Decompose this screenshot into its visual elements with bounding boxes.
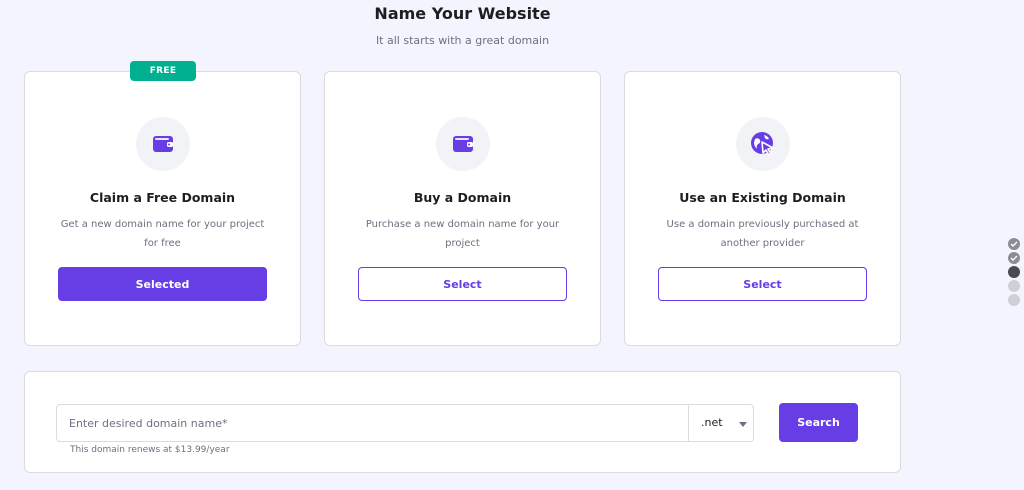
tld-select[interactable]: .net — [688, 404, 754, 442]
select-button[interactable]: Select — [658, 267, 867, 301]
renewal-note: This domain renews at $13.99/year — [70, 445, 230, 455]
domain-search-panel: Enter desired domain name* .net Search T… — [24, 371, 901, 473]
step-completed-check-icon — [1008, 252, 1020, 264]
page-title: Name Your Website — [374, 4, 551, 23]
card-title: Claim a Free Domain — [89, 190, 236, 205]
step-upcoming — [1008, 294, 1020, 306]
progress-steps — [1008, 238, 1020, 308]
card-title: Use an Existing Domain — [679, 190, 846, 205]
domain-name-input[interactable]: Enter desired domain name* — [56, 404, 689, 442]
card-existing-domain[interactable]: Use an Existing Domain Use a domain prev… — [624, 71, 901, 346]
card-description: Purchase a new domain name for your proj… — [365, 219, 560, 249]
page-subtitle: It all starts with a great domain — [375, 34, 550, 47]
globe-cursor-icon — [736, 117, 790, 171]
card-buy-domain[interactable]: Buy a Domain Purchase a new domain name … — [324, 71, 601, 346]
free-badge: FREE — [130, 61, 196, 81]
select-button[interactable]: Select — [358, 267, 567, 301]
step-completed-check-icon — [1008, 238, 1020, 250]
search-button[interactable]: Search — [779, 403, 858, 442]
card-title: Buy a Domain — [413, 190, 512, 205]
step-current — [1008, 266, 1020, 278]
wallet-icon — [136, 117, 190, 171]
selected-button[interactable]: Selected — [58, 267, 267, 301]
chevron-down-icon — [739, 422, 747, 427]
card-description: Use a domain previously purchased at ano… — [666, 219, 859, 249]
step-upcoming — [1008, 280, 1020, 292]
card-description: Get a new domain name for your project f… — [60, 219, 265, 249]
card-claim-free-domain[interactable]: FREE Claim a Free Domain Get a new domai… — [24, 61, 301, 346]
tld-value: .net — [701, 416, 723, 429]
wallet-icon — [436, 117, 490, 171]
